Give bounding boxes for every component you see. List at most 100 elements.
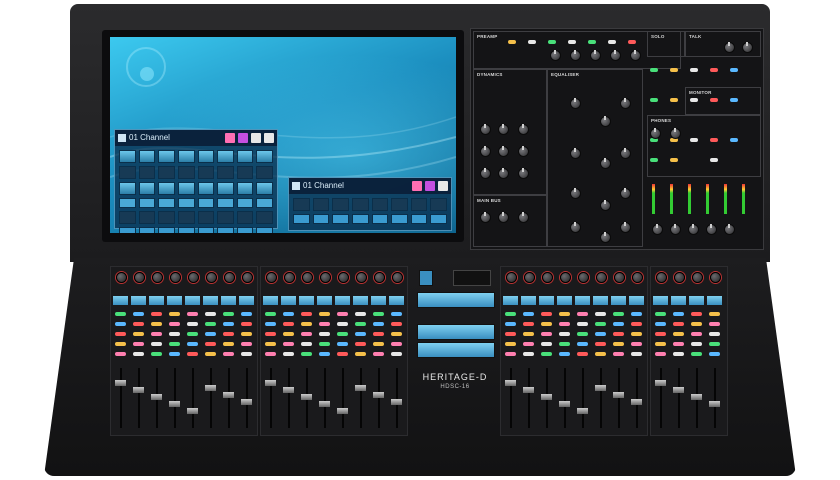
channel-button[interactable] [283, 322, 294, 326]
channel-cell[interactable] [217, 182, 234, 195]
monitor-knob[interactable] [670, 128, 681, 139]
level-meter[interactable] [742, 184, 745, 214]
channel-button[interactable] [691, 312, 702, 316]
channel-button[interactable] [241, 342, 252, 346]
fader-cap[interactable] [523, 387, 534, 393]
channel-button[interactable] [241, 322, 252, 326]
fader-cap[interactable] [391, 399, 402, 405]
channel-button[interactable] [301, 342, 312, 346]
channel-button[interactable] [505, 322, 516, 326]
channel-button[interactable] [151, 322, 162, 326]
channel-button[interactable] [241, 332, 252, 336]
channel-button[interactable] [319, 352, 330, 356]
channel-cell[interactable] [293, 198, 310, 211]
channel-button[interactable] [631, 332, 642, 336]
channel-button[interactable] [577, 342, 588, 346]
channel-button[interactable] [151, 332, 162, 336]
channel-rotary[interactable] [284, 272, 295, 283]
channel-button[interactable] [541, 312, 552, 316]
channel-button[interactable] [319, 322, 330, 326]
channel-cell[interactable] [410, 198, 428, 211]
channel-cell[interactable] [217, 227, 234, 233]
channel-button[interactable] [577, 352, 588, 356]
channel-button[interactable] [283, 312, 294, 316]
channel-cell[interactable] [256, 182, 273, 195]
channel-button[interactable] [241, 312, 252, 316]
channel-button[interactable] [613, 322, 624, 326]
eq-knob[interactable] [620, 98, 631, 109]
channel-button[interactable] [559, 332, 570, 336]
channel-button[interactable] [169, 322, 180, 326]
preamp-button[interactable] [568, 40, 576, 44]
preamp-knob[interactable] [630, 50, 641, 61]
channel-button[interactable] [169, 312, 180, 316]
level-meter[interactable] [706, 184, 709, 214]
control-button[interactable] [710, 68, 718, 72]
channel-cell[interactable] [312, 214, 330, 224]
channel-button[interactable] [577, 312, 588, 316]
fader-cap[interactable] [337, 408, 348, 414]
control-button[interactable] [710, 158, 718, 162]
channel-cell[interactable] [138, 166, 156, 179]
channel-cell[interactable] [332, 214, 349, 224]
channel-cell[interactable] [177, 198, 195, 208]
channel-rotary[interactable] [596, 272, 607, 283]
channel-cell[interactable] [236, 182, 254, 195]
channel-cell[interactable] [236, 211, 254, 224]
channel-button[interactable] [709, 312, 720, 316]
channel-rotary[interactable] [560, 272, 571, 283]
channel-button[interactable] [283, 332, 294, 336]
channel-cell[interactable] [138, 150, 156, 163]
channel-cell[interactable] [119, 227, 136, 233]
channel-button[interactable] [169, 332, 180, 336]
channel-cell[interactable] [177, 166, 195, 179]
channel-cell[interactable] [158, 166, 175, 179]
channel-cell[interactable] [332, 198, 349, 211]
channel-button[interactable] [673, 342, 684, 346]
channel-button[interactable] [691, 332, 702, 336]
preamp-button[interactable] [608, 40, 616, 44]
channel-button[interactable] [187, 332, 198, 336]
channel-button[interactable] [319, 332, 330, 336]
monitor-knob[interactable] [650, 128, 661, 139]
fader-cap[interactable] [559, 401, 570, 407]
channel-button[interactable] [373, 332, 384, 336]
channel-button[interactable] [631, 312, 642, 316]
channel-window-main[interactable]: 01 Channel [114, 129, 278, 233]
edit-tool-icon[interactable] [438, 181, 448, 191]
eq-knob[interactable] [620, 148, 631, 159]
monitor-knob[interactable] [724, 42, 735, 53]
level-meter[interactable] [670, 184, 673, 214]
channel-button[interactable] [541, 342, 552, 346]
channel-cell[interactable] [293, 214, 310, 224]
channel-button[interactable] [187, 312, 198, 316]
channel-cell[interactable] [158, 182, 175, 195]
channel-button[interactable] [205, 342, 216, 346]
fader-cap[interactable] [133, 387, 144, 393]
preamp-button[interactable] [628, 40, 636, 44]
channel-cell[interactable] [236, 166, 254, 179]
fader-cap[interactable] [355, 385, 366, 391]
control-button[interactable] [670, 158, 678, 162]
channel-button[interactable] [559, 322, 570, 326]
channel-cell[interactable] [256, 150, 273, 163]
channel-cell[interactable] [119, 166, 136, 179]
channel-rotary[interactable] [338, 272, 349, 283]
dynamics-knob[interactable] [498, 124, 509, 135]
channel-button[interactable] [595, 352, 606, 356]
channel-cell[interactable] [391, 214, 408, 224]
channel-button[interactable] [283, 342, 294, 346]
fader-cap[interactable] [709, 401, 720, 407]
eq-knob[interactable] [600, 158, 611, 169]
channel-button[interactable] [301, 312, 312, 316]
channel-button[interactable] [115, 312, 126, 316]
channel-button[interactable] [319, 342, 330, 346]
channel-rotary[interactable] [692, 272, 703, 283]
channel-button[interactable] [337, 322, 348, 326]
channel-button[interactable] [301, 322, 312, 326]
channel-button[interactable] [265, 312, 276, 316]
dynamics-knob[interactable] [480, 146, 491, 157]
channel-cell[interactable] [256, 227, 273, 233]
channel-cell[interactable] [177, 150, 195, 163]
channel-button[interactable] [187, 322, 198, 326]
